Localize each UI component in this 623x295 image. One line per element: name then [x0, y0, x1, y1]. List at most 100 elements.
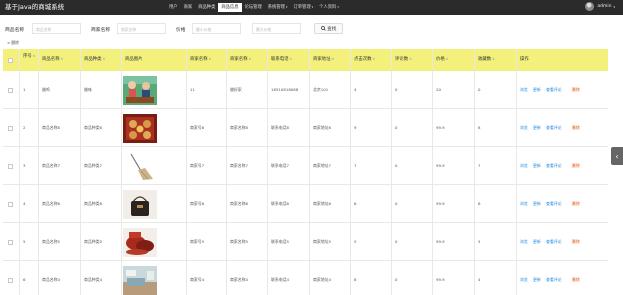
nav-item-label[interactable]: 商品种类 [198, 5, 215, 10]
table-row[interactable]: 2 商品名称8 商品种类8 商家号8 商家名称8 联系电话8 商家地址8 9 0 99.9 8 浏览更… [3, 109, 608, 147]
view-button[interactable]: 浏览 [520, 125, 528, 131]
select-all-checkbox[interactable] [8, 57, 13, 63]
sort-icon[interactable]: ⇅ [446, 57, 449, 61]
row-checkbox[interactable] [8, 239, 13, 245]
column-header-label: 联系电话 [271, 57, 289, 62]
delete-button[interactable]: 删除 [572, 277, 580, 283]
update-button[interactable]: 更新 [533, 201, 541, 207]
cell-name: 商品名称6 [42, 201, 61, 206]
search-button[interactable]: 查找 [314, 23, 343, 34]
nav-item-label[interactable]: 商家 [184, 5, 193, 10]
update-button[interactable]: 更新 [533, 239, 541, 245]
column-header-label: 商家名称 [230, 57, 248, 62]
user-name[interactable]: admin [597, 4, 611, 9]
nav-item-5[interactable]: 系统管理▾ [265, 3, 291, 12]
row-checkbox[interactable] [8, 163, 13, 169]
nav-item-2[interactable]: 商品种类 [195, 3, 218, 12]
column-header-11[interactable]: 收藏数⇅ [478, 56, 495, 62]
view-button[interactable]: 浏览 [520, 239, 528, 245]
min-price-input[interactable]: 最小价格 [192, 23, 241, 34]
sort-icon[interactable]: ⇅ [332, 57, 335, 61]
row-checkbox[interactable] [8, 125, 13, 131]
delete-button[interactable]: 删除 [572, 239, 580, 245]
sort-icon[interactable]: ⇅ [373, 57, 376, 61]
nav-item-label[interactable]: 订单管理 [293, 5, 310, 10]
delete-button[interactable]: 删除 [572, 87, 580, 93]
column-header-7[interactable]: 商家地址⇅ [313, 56, 334, 62]
table-row[interactable]: 4 商品名称6 商品种类6 商家号6 商家名称6 联系电话6 商家地址6 6 0 99.9 6 浏览更… [3, 185, 608, 223]
update-button[interactable]: 更新 [533, 163, 541, 169]
table-row[interactable]: 1 腊鸡 腊味 11 腊好家 18510818088 北京101 4 0 20 0 浏览 更新 查看评论删… [3, 71, 608, 109]
update-button[interactable]: 更新 [533, 125, 541, 131]
nav-item-7[interactable]: 个人资料▾ [316, 3, 342, 12]
view-button[interactable]: 浏览 [520, 163, 528, 169]
view-button[interactable]: 浏览 [520, 87, 528, 93]
nav-item-0[interactable]: 用户 [166, 3, 181, 12]
column-header-0[interactable]: 序号⇅ [23, 53, 35, 59]
update-button[interactable]: 更新 [533, 87, 541, 93]
view-comments-button[interactable]: 查看评论 [546, 239, 562, 245]
view-comments-button[interactable]: 查看评论 [546, 277, 562, 283]
cell-price: 20 [436, 87, 441, 92]
sort-icon[interactable]: ⇅ [103, 57, 106, 61]
sort-icon[interactable]: ⇅ [290, 57, 293, 61]
view-button[interactable]: 浏览 [520, 201, 528, 207]
column-header-8[interactable]: 点击次数⇅ [354, 56, 375, 62]
table-row[interactable]: 5 商品名称5 商品种类5 商家号5 商家名称5 联系电话5 商家地址5 5 0 99.9 5 浏览更… [3, 223, 608, 261]
sort-icon[interactable]: ⇅ [409, 57, 412, 61]
nav-item-1[interactable]: 商家 [181, 3, 196, 12]
column-header-10[interactable]: 价格⇅ [436, 56, 448, 62]
column-header-5[interactable]: 商家名称⇅ [230, 56, 251, 62]
sort-icon[interactable]: ⇅ [209, 57, 212, 61]
row-checkbox[interactable] [8, 201, 13, 207]
row-checkbox[interactable] [8, 87, 13, 93]
column-header-2[interactable]: 商品种类⇅ [84, 56, 105, 62]
nav-item-6[interactable]: 订单管理▾ [290, 3, 316, 12]
table-row[interactable]: 6 商品名称4 商品种类4 商家号4 商家名称4 联系电话4 商家地址4 6 0 99.9 4 浏览更… [3, 261, 608, 295]
nav-item-label[interactable]: 用户 [169, 5, 178, 10]
cell-favorites: 4 [478, 277, 481, 282]
batch-delete-button[interactable]: × 删除 [7, 40, 19, 46]
chevron-down-icon[interactable]: ▾ [286, 5, 288, 9]
table-row[interactable]: 3 商品名称7 商品种类7 商家号7 商家名称7 联系电话7 商家地址7 7 0 99.9 7 浏览更… [3, 147, 608, 185]
column-header-9[interactable]: 评论数⇅ [395, 56, 412, 62]
chevron-down-icon[interactable]: ▾ [312, 5, 314, 9]
batch-delete-label[interactable]: 删除 [11, 40, 19, 45]
chevron-down-icon[interactable]: ▾ [613, 5, 615, 9]
product-name-input[interactable]: 商品名称 [32, 23, 81, 34]
column-header-4[interactable]: 商家名称⇅ [190, 56, 211, 62]
max-price-input[interactable]: 最大价格 [252, 23, 301, 34]
view-comments-button[interactable]: 查看评论 [546, 87, 562, 93]
nav-item-label[interactable]: 个人资料 [319, 5, 336, 10]
cell-shop-name: 商家名称5 [230, 239, 249, 244]
column-header-6[interactable]: 联系电话⇅ [271, 56, 292, 62]
nav-item-label[interactable]: 论坛管理 [245, 5, 262, 10]
view-comments-button[interactable]: 查看评论 [546, 163, 562, 169]
sort-icon[interactable]: ⇅ [249, 57, 252, 61]
delete-button[interactable]: 删除 [572, 163, 580, 169]
avatar[interactable] [585, 2, 595, 11]
column-divider [121, 49, 122, 295]
nav-item-label[interactable]: 商品信息 [221, 5, 238, 10]
side-panel-toggle[interactable]: ‹ [611, 147, 623, 165]
cell-address: 北京101 [313, 87, 329, 92]
nav-item-3[interactable]: 商品信息 [218, 3, 242, 12]
user-menu[interactable]: admin ▾ [585, 2, 615, 11]
view-comments-button[interactable]: 查看评论 [546, 201, 562, 207]
delete-button[interactable]: 删除 [572, 125, 580, 131]
view-comments-button[interactable]: 查看评论 [546, 125, 562, 131]
search-button-label[interactable]: 查找 [327, 26, 336, 32]
column-header-1[interactable]: 商品名称⇅ [42, 56, 63, 62]
row-checkbox[interactable] [8, 277, 13, 283]
sort-icon[interactable]: ⇅ [492, 57, 495, 61]
delete-button[interactable]: 删除 [572, 201, 580, 207]
nav-item-label[interactable]: 系统管理 [268, 5, 285, 10]
shop-name-input[interactable]: 商家名称 [117, 23, 166, 34]
sort-icon[interactable]: ⇅ [33, 54, 36, 58]
update-button[interactable]: 更新 [533, 277, 541, 283]
nav-item-4[interactable]: 论坛管理 [242, 3, 265, 12]
view-button[interactable]: 浏览 [520, 277, 528, 283]
chevron-left-icon[interactable]: ‹ [615, 152, 618, 161]
chevron-down-icon[interactable]: ▾ [337, 5, 339, 9]
sort-icon[interactable]: ⇅ [61, 57, 64, 61]
